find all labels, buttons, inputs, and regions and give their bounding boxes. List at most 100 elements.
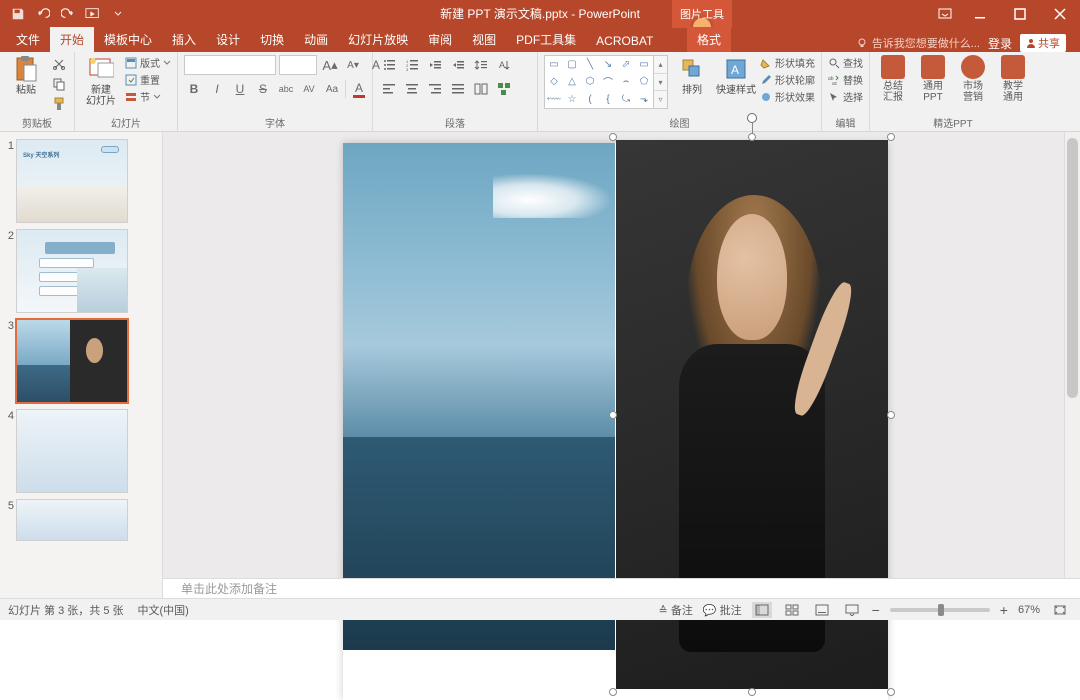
thumb-2[interactable]: 2 — [0, 228, 162, 318]
shape-effects-button[interactable]: 形状效果 — [760, 89, 815, 104]
find-button[interactable]: 查找 — [828, 55, 863, 70]
shape-outline-button[interactable]: 形状轮廓 — [760, 72, 815, 87]
increase-indent-icon[interactable] — [448, 55, 468, 75]
language-indicator[interactable]: 中文(中国) — [138, 602, 189, 618]
tab-acrobat[interactable]: ACROBAT — [586, 30, 663, 52]
undo-icon[interactable] — [31, 2, 55, 26]
thumb-preview[interactable] — [17, 410, 127, 492]
columns-icon[interactable] — [471, 79, 491, 99]
font-color-button[interactable]: A — [349, 79, 369, 99]
tab-insert[interactable]: 插入 — [162, 27, 206, 52]
notes-pane[interactable]: 单击此处添加备注 — [163, 578, 1080, 598]
maximize-button[interactable] — [1000, 0, 1040, 28]
copy-icon[interactable] — [50, 75, 68, 93]
zoom-slider[interactable] — [890, 608, 990, 612]
quick-styles-button[interactable]: A 快速样式 — [716, 55, 756, 96]
resize-handle-br[interactable] — [887, 688, 895, 696]
tab-format[interactable]: 格式 — [687, 27, 731, 52]
ribbon-options-icon[interactable] — [930, 0, 960, 28]
align-left-icon[interactable] — [379, 79, 399, 99]
sorter-view-icon[interactable] — [782, 602, 802, 618]
reading-view-icon[interactable] — [812, 602, 832, 618]
tab-pdftools[interactable]: PDF工具集 — [506, 27, 586, 52]
align-right-icon[interactable] — [425, 79, 445, 99]
save-icon[interactable] — [6, 2, 30, 26]
arrange-button[interactable]: 排列 — [672, 55, 712, 96]
comments-toggle[interactable]: 💬 批注 — [703, 602, 742, 618]
ppt-summary-button[interactable]: 总结 汇报 — [876, 55, 910, 103]
tab-view[interactable]: 视图 — [462, 27, 506, 52]
bold-button[interactable]: B — [184, 79, 204, 99]
resize-handle-tr[interactable] — [887, 133, 895, 141]
cut-icon[interactable] — [50, 55, 68, 73]
font-size-input[interactable] — [279, 55, 317, 75]
numbering-icon[interactable]: 123 — [402, 55, 422, 75]
resize-handle-bl[interactable] — [609, 688, 617, 696]
paste-button[interactable]: 粘贴 — [6, 55, 46, 96]
qat-customize-icon[interactable] — [106, 2, 130, 26]
grow-font-icon[interactable]: A▴ — [320, 55, 340, 75]
thumb-4[interactable]: 4 — [0, 408, 162, 498]
normal-view-icon[interactable] — [752, 602, 772, 618]
font-name-input[interactable] — [184, 55, 276, 75]
thumb-preview[interactable] — [17, 230, 127, 312]
scrollbar-thumb[interactable] — [1067, 138, 1078, 398]
italic-button[interactable]: I — [207, 79, 227, 99]
bullets-icon[interactable] — [379, 55, 399, 75]
ppt-general-button[interactable]: 通用 PPT — [916, 55, 950, 103]
tab-slideshow[interactable]: 幻灯片放映 — [338, 27, 418, 52]
vertical-scrollbar[interactable] — [1064, 132, 1080, 598]
section-button[interactable]: 节 — [125, 89, 171, 104]
thumb-1[interactable]: 1 Sky 天空系列 — [0, 138, 162, 228]
tab-design[interactable]: 设计 — [206, 27, 250, 52]
zoom-out-button[interactable]: − — [872, 602, 880, 618]
line-spacing-icon[interactable] — [471, 55, 491, 75]
tab-transition[interactable]: 切换 — [250, 27, 294, 52]
zoom-level[interactable]: 67% — [1018, 604, 1040, 616]
select-button[interactable]: 选择 — [828, 89, 863, 104]
start-from-beginning-icon[interactable] — [81, 2, 105, 26]
resize-handle-ml[interactable] — [609, 411, 617, 419]
tab-animation[interactable]: 动画 — [294, 27, 338, 52]
tab-review[interactable]: 审阅 — [418, 27, 462, 52]
notes-toggle[interactable]: ≙ 备注 — [659, 602, 693, 618]
slideshow-view-icon[interactable] — [842, 602, 862, 618]
thumb-5[interactable]: 5 — [0, 498, 162, 546]
smartart-icon[interactable] — [494, 79, 514, 99]
align-center-icon[interactable] — [402, 79, 422, 99]
rotate-handle[interactable] — [747, 113, 757, 123]
tell-me-input[interactable]: 告诉我您想要做什么... — [856, 35, 980, 51]
resize-handle-bm[interactable] — [748, 688, 756, 696]
ppt-marketing-button[interactable]: 市场 营销 — [956, 55, 990, 103]
replace-button[interactable]: abac替换 — [828, 72, 863, 87]
resize-handle-tm[interactable] — [748, 133, 756, 141]
underline-button[interactable]: U — [230, 79, 250, 99]
close-button[interactable] — [1040, 0, 1080, 28]
share-button[interactable]: 共享 — [1020, 34, 1066, 52]
shapes-gallery[interactable]: ▭▢╲↘⬀▭ ◇△⬡⌒⌢⬠ ⬳☆({⤿⬎ — [544, 55, 654, 109]
contextual-tab-picture-tools[interactable]: 图片工具 — [672, 0, 732, 28]
thumb-preview[interactable]: Sky 天空系列 — [17, 140, 127, 222]
tab-template[interactable]: 模板中心 — [94, 27, 162, 52]
thumb-preview[interactable] — [17, 500, 127, 540]
tab-file[interactable]: 文件 — [6, 27, 50, 52]
thumb-3[interactable]: 3 — [0, 318, 162, 408]
char-spacing-button[interactable]: AV — [299, 79, 319, 99]
sea-image[interactable] — [343, 143, 615, 650]
new-slide-button[interactable]: 新建 幻灯片 — [81, 55, 121, 107]
reset-button[interactable]: 重置 — [125, 72, 171, 87]
layout-button[interactable]: 版式 — [125, 55, 171, 70]
resize-handle-tl[interactable] — [609, 133, 617, 141]
minimize-button[interactable] — [960, 0, 1000, 28]
change-case-button[interactable]: Aa — [322, 79, 342, 99]
format-painter-icon[interactable] — [50, 95, 68, 113]
ppt-teaching-button[interactable]: 教学 通用 — [996, 55, 1030, 103]
login-button[interactable]: 登录 — [988, 35, 1012, 52]
redo-icon[interactable] — [56, 2, 80, 26]
justify-icon[interactable] — [448, 79, 468, 99]
resize-handle-mr[interactable] — [887, 411, 895, 419]
tab-home[interactable]: 开始 — [50, 27, 94, 52]
strike-button[interactable]: S — [253, 79, 273, 99]
shadow-button[interactable]: abc — [276, 79, 296, 99]
fit-to-window-icon[interactable] — [1050, 602, 1070, 618]
